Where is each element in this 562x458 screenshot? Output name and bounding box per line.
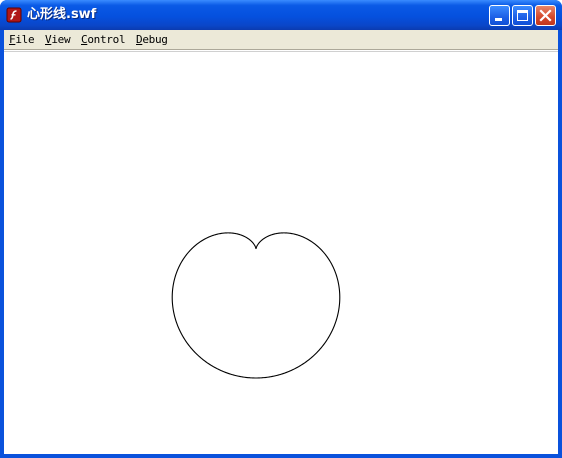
flash-player-window: 心形线.swf File View Control Debug (0, 0, 562, 458)
close-icon (539, 9, 552, 22)
maximize-icon (517, 10, 528, 21)
menu-view[interactable]: View (45, 33, 71, 47)
menu-control[interactable]: Control (81, 33, 126, 47)
close-button[interactable] (535, 5, 556, 26)
maximize-button[interactable] (512, 5, 533, 26)
menu-debug[interactable]: Debug (136, 33, 168, 47)
flash-player-icon (6, 7, 22, 23)
window-title: 心形线.swf (27, 7, 97, 22)
menu-file[interactable]: File (9, 33, 35, 47)
stage-canvas (171, 232, 341, 379)
flash-stage[interactable] (4, 51, 558, 454)
minimize-icon (495, 18, 502, 21)
cardioid-curve (171, 232, 341, 379)
title-bar[interactable]: 心形线.swf (0, 0, 562, 30)
client-area: File View Control Debug (4, 30, 558, 454)
minimize-button[interactable] (489, 5, 510, 26)
menu-bar: File View Control Debug (4, 30, 558, 50)
